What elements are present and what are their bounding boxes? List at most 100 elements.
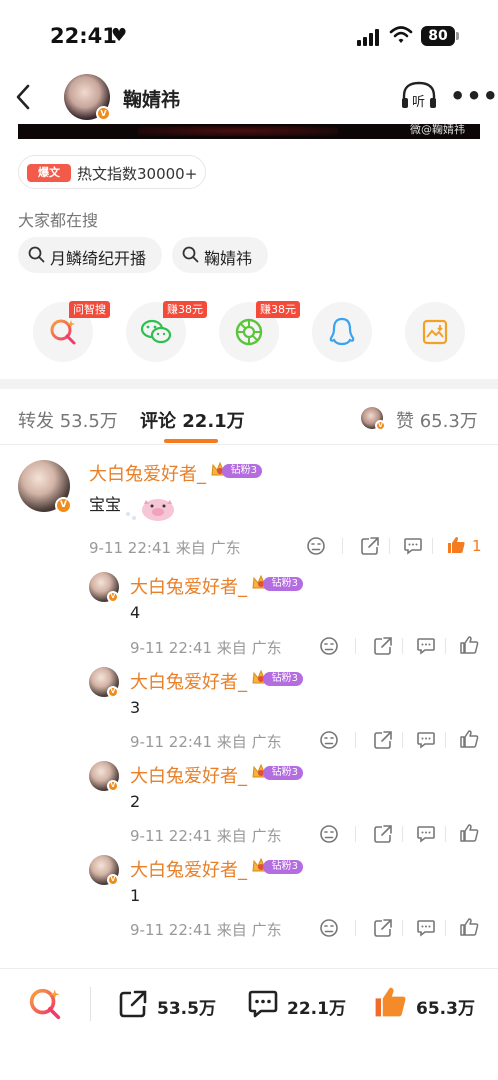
heart-icon: ♥ — [111, 25, 128, 46]
thumbs-up-icon[interactable] — [459, 635, 479, 655]
thumbs-up-liked-icon[interactable] — [372, 984, 408, 1020]
thumbs-up-icon[interactable] — [459, 729, 479, 749]
action-separator — [402, 638, 403, 654]
qq-share-button[interactable] — [312, 302, 372, 362]
fan-level-badge: 钻粉3 — [251, 669, 303, 687]
reply-text: 4 — [130, 603, 141, 622]
section-divider — [0, 379, 498, 389]
comment-count[interactable]: 22.1万 — [287, 994, 346, 1019]
share-icon[interactable] — [373, 918, 393, 938]
thumbs-up-icon[interactable] — [459, 917, 479, 937]
more-options-icon[interactable]: ••• — [450, 82, 498, 110]
reply-icon[interactable] — [416, 824, 436, 844]
comment-like-count: 1 — [472, 537, 482, 555]
reply-icon[interactable] — [416, 918, 436, 938]
reply-name[interactable]: 大白兔爱好者_ — [130, 668, 247, 694]
reply-name[interactable]: 大白兔爱好者_ — [130, 762, 247, 788]
action-separator — [432, 538, 433, 554]
listen-label: 听 — [412, 95, 425, 110]
action-separator — [445, 826, 446, 842]
verified-badge-icon: V — [55, 497, 72, 514]
commenter-name[interactable]: 大白兔爱好者_ — [89, 460, 206, 486]
thumbs-up-icon[interactable] — [459, 823, 479, 843]
reply-meta: 9-11 22:41 来自 广东 — [130, 827, 282, 845]
share-icon[interactable] — [360, 536, 380, 556]
reply-text: 3 — [130, 698, 141, 717]
action-separator — [355, 826, 356, 842]
save-image-button[interactable] — [405, 302, 465, 362]
like-count[interactable]: 65.3万 — [416, 994, 475, 1019]
author-name[interactable]: 鞠婧祎 — [123, 85, 180, 112]
action-separator — [355, 638, 356, 654]
search-chip-label: 鞠婧祎 — [204, 249, 253, 268]
reply-text: 2 — [130, 792, 141, 811]
search-chip[interactable]: 鞠婧祎 — [172, 237, 268, 273]
dislike-face-icon[interactable] — [306, 536, 326, 556]
search-icon — [28, 246, 45, 263]
status-time: 22:41 — [50, 24, 117, 48]
verified-badge-icon: V — [107, 874, 119, 886]
action-separator — [355, 732, 356, 748]
moments-reward-tag: 赚38元 — [256, 301, 300, 318]
action-separator — [342, 538, 343, 554]
post-header: V 鞠婧祎 听 ••• — [0, 72, 498, 124]
dislike-face-icon[interactable] — [319, 824, 339, 844]
wifi-icon — [389, 26, 413, 43]
comment-meta: 9-11 22:41 来自 广东 — [89, 539, 241, 557]
verified-badge-icon: V — [375, 420, 386, 431]
reply-icon[interactable] — [416, 636, 436, 656]
dislike-face-icon[interactable] — [319, 730, 339, 750]
hot-index-tag[interactable]: 爆文 热文指数30000+ — [18, 155, 206, 189]
smart-search-tag: 问智搜 — [69, 301, 110, 318]
fan-level-label: 钻粉3 — [263, 766, 303, 780]
bottom-separator — [90, 987, 91, 1021]
share-icon[interactable] — [373, 824, 393, 844]
reply-name[interactable]: 大白兔爱好者_ — [130, 856, 247, 882]
verified-badge-icon: V — [107, 591, 119, 603]
fan-level-badge: 钻粉3 — [251, 574, 303, 592]
comment-icon[interactable] — [247, 988, 279, 1020]
reply-text: 1 — [130, 886, 141, 905]
reply-icon[interactable] — [416, 730, 436, 750]
bottom-action-bar: 53.5万 22.1万 65.3万 — [0, 968, 498, 1080]
wechat-icon — [140, 319, 172, 344]
fan-level-badge: 钻粉3 — [251, 857, 303, 875]
reply-icon[interactable] — [403, 536, 423, 556]
back-arrow-icon[interactable] — [12, 82, 36, 112]
thumbs-up-liked-icon[interactable] — [446, 535, 466, 555]
reply-name[interactable]: 大白兔爱好者_ — [130, 573, 247, 599]
dislike-face-icon[interactable] — [319, 636, 339, 656]
reply-meta: 9-11 22:41 来自 广东 — [130, 639, 282, 657]
moments-icon — [235, 318, 263, 346]
share-icon[interactable] — [373, 730, 393, 750]
smart-search-icon[interactable] — [28, 987, 62, 1021]
tab-comment[interactable]: 评论 22.1万 — [140, 407, 245, 433]
action-separator — [355, 920, 356, 936]
tab-like[interactable]: 赞 65.3万 — [396, 407, 478, 433]
smart-search-icon — [50, 319, 76, 345]
verified-badge-icon: V — [107, 686, 119, 698]
wechat-reward-tag: 赚38元 — [163, 301, 207, 318]
battery-tip — [456, 32, 459, 40]
action-separator — [445, 920, 446, 936]
search-chip-label: 月鳞绮纪开播 — [50, 249, 147, 268]
action-separator — [402, 826, 403, 842]
share-icon[interactable] — [373, 636, 393, 656]
hot-badge: 爆文 — [27, 164, 71, 182]
action-separator — [402, 920, 403, 936]
repost-count[interactable]: 53.5万 — [157, 994, 216, 1019]
fan-level-label: 钻粉3 — [222, 464, 262, 478]
fan-level-badge: 钻粉3 — [251, 763, 303, 781]
battery-indicator: 80 — [421, 26, 455, 46]
headphone-listen-icon[interactable]: 听 — [400, 80, 438, 112]
repost-icon[interactable] — [117, 988, 149, 1020]
reply-meta: 9-11 22:41 来自 广东 — [130, 733, 282, 751]
tab-repost[interactable]: 转发 53.5万 — [18, 407, 118, 433]
hot-index-text: 热文指数30000+ — [77, 165, 198, 183]
active-tab-indicator — [164, 439, 218, 443]
search-chip[interactable]: 月鳞绮纪开播 — [18, 237, 162, 273]
fan-level-label: 钻粉3 — [263, 860, 303, 874]
action-separator — [402, 732, 403, 748]
dislike-face-icon[interactable] — [319, 918, 339, 938]
action-separator — [389, 538, 390, 554]
